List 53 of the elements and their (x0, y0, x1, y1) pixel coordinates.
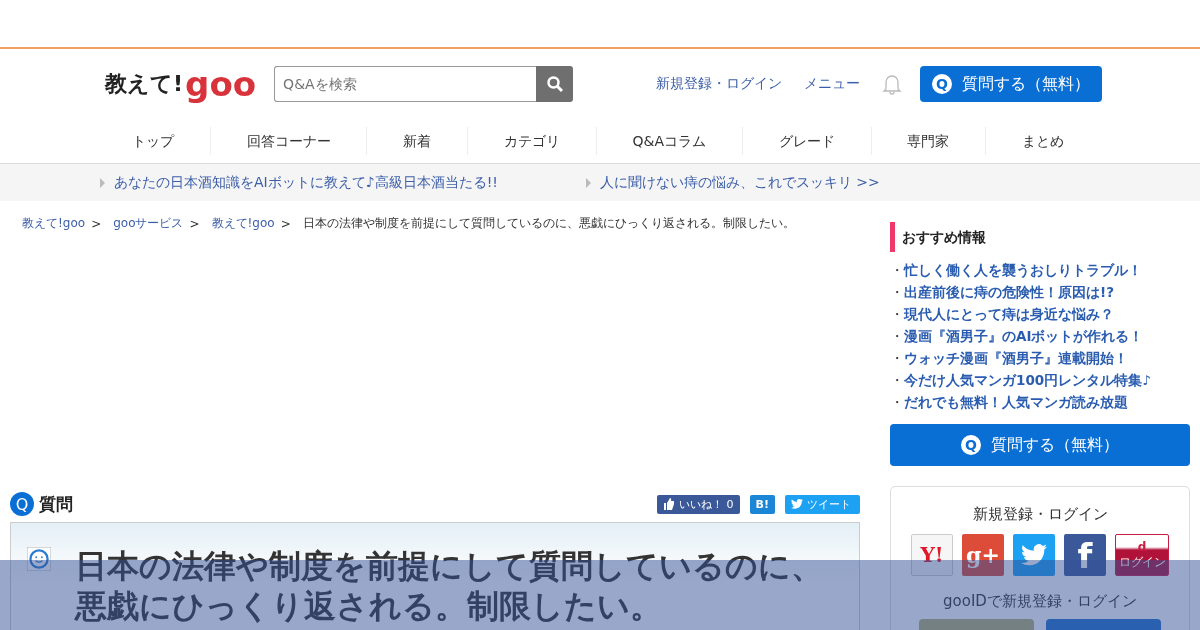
promo-link[interactable]: 人に聞けない痔の悩み、これでスッキリ >> (585, 173, 880, 192)
breadcrumb-separator: > (280, 216, 291, 231)
breadcrumb-current: 日本の法律や制度を前提にして質問しているのに、悪戯にひっくり返される。制限したい。 (302, 215, 795, 232)
nav-tab[interactable]: 専門家 (871, 127, 987, 155)
nav-tab[interactable]: まとめ (986, 127, 1100, 155)
like-button[interactable]: いいね！ 0 (657, 494, 740, 514)
yahoo-login-button[interactable]: Y! (911, 534, 953, 576)
ask-question-button[interactable]: Q 質問する（無料） (920, 66, 1102, 102)
header-link[interactable]: 新規登録・ログイン (656, 75, 782, 93)
breadcrumb-separator: > (189, 216, 200, 231)
nav-tab[interactable]: グレード (742, 127, 872, 155)
list-bullet: ・ (890, 328, 904, 346)
bird-icon (1021, 544, 1047, 566)
ask-question-button[interactable]: Q 質問する（無料） (890, 424, 1190, 466)
nav-tab[interactable]: カテゴリ (468, 127, 597, 155)
search-button[interactable] (536, 66, 574, 102)
question-icon: Q (10, 492, 34, 516)
recommended-link[interactable]: 忙しく働く人を襲うおしりトラブル！ (904, 262, 1142, 280)
bookmark-button[interactable]: B! (749, 494, 775, 514)
list-bullet: ・ (890, 306, 904, 324)
login-heading: gooIDで新規登録・ログイン (942, 592, 1138, 611)
list-bullet: ・ (890, 372, 904, 390)
search-icon (545, 75, 564, 93)
header-link[interactable]: メニュー (804, 75, 860, 93)
bird-icon (791, 499, 803, 509)
section-heading: 質問 (39, 492, 73, 516)
nav-tab[interactable]: Q&Aコラム (596, 127, 743, 155)
nav-tab[interactable]: 新着 (367, 127, 469, 155)
promo-link[interactable]: あなたの日本酒知識をAIボットに教えて♪高級日本酒当たる!! (100, 173, 498, 192)
recommended-link[interactable]: ウォッチ漫画『酒男子』連載開始！ (904, 350, 1128, 368)
recommended-link[interactable]: 現代人にとって痔は身近な悩み？ (904, 306, 1114, 324)
recommended-link[interactable]: 今だけ人気マンガ100円レンタル特集♪ (904, 372, 1151, 390)
recommended-link[interactable]: だれでも無料！人気マンガ読み放題 (904, 394, 1128, 412)
breadcrumb-link[interactable]: 教えて!goo (22, 215, 86, 232)
recommended-link[interactable]: 出産前後に痔の危険性！原因は!? (904, 284, 1114, 302)
nav-tab[interactable]: 回答コーナー (210, 127, 368, 155)
bell-icon[interactable] (882, 73, 902, 95)
sidebar-heading: おすすめ情報 (890, 222, 1190, 252)
breadcrumb-separator: > (91, 216, 102, 231)
list-bullet: ・ (890, 284, 904, 302)
list-bullet: ・ (890, 394, 904, 412)
thumbs-up-icon (663, 498, 676, 510)
google-plus-login-button[interactable]: g+ (962, 534, 1004, 576)
twitter-login-button[interactable] (1013, 534, 1055, 576)
nav-tab[interactable]: トップ (96, 127, 211, 155)
recommended-link[interactable]: 漫画『酒男子』のAIボットが作れる！ (904, 328, 1144, 346)
search-field[interactable]: Q&Aを検索 (274, 66, 537, 102)
breadcrumb-link[interactable]: gooサービス (113, 215, 184, 232)
list-bullet: ・ (890, 262, 904, 280)
breadcrumb-link[interactable]: 教えて!goo (211, 215, 275, 232)
facebook-login-button[interactable]: f (1064, 534, 1106, 576)
login-heading: 新規登録・ログイン (971, 505, 1109, 524)
list-bullet: ・ (890, 350, 904, 368)
